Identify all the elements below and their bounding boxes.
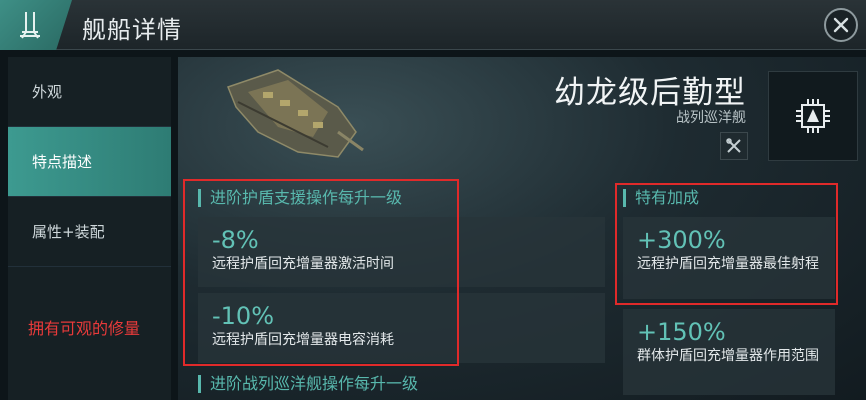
sidebar-item-label: 外观 bbox=[32, 83, 63, 101]
header-bar: 舰船详情 bbox=[0, 0, 866, 50]
bonus-description: 远程护盾回充增量器最佳射程 bbox=[637, 256, 819, 272]
close-button[interactable] bbox=[824, 8, 858, 42]
bonus-value: -10% bbox=[212, 302, 275, 330]
skill-bonus-heading: 进阶护盾支援操作每升一级 bbox=[198, 189, 402, 207]
sidebar-item-label: 特点描述 bbox=[32, 153, 93, 171]
page-title: 舰船详情 bbox=[82, 16, 182, 44]
bonus-card: -10% 远程护盾回充增量器电容消耗 bbox=[198, 293, 605, 363]
ship-image bbox=[227, 69, 364, 158]
bonus-value: +300% bbox=[637, 226, 726, 254]
wrench-icon bbox=[726, 138, 741, 153]
role-bonus-heading: 特有加成 bbox=[623, 189, 699, 207]
bonus-description: 远程护盾回充增量器电容消耗 bbox=[212, 332, 394, 348]
bonus-description: 远程护盾回充增量器激活时间 bbox=[212, 256, 394, 272]
sidebar-item-appearance[interactable]: 外观 bbox=[8, 57, 171, 127]
ship-name: 幼龙级后勤型 bbox=[554, 75, 746, 111]
skill-bonus-heading: 进阶战列巡洋舰操作每升一级 bbox=[198, 375, 418, 393]
ship-category-icon bbox=[0, 0, 72, 50]
ship-emblem[interactable] bbox=[768, 71, 858, 161]
bonus-card: +300% 远程护盾回充增量器最佳射程 bbox=[623, 217, 835, 299]
bonus-card: -8% 远程护盾回充增量器激活时间 bbox=[198, 217, 605, 287]
bonus-card: +150% 群体护盾回充增量器作用范围 bbox=[623, 309, 835, 395]
bonus-value: -8% bbox=[212, 226, 259, 254]
ship-detail-panel: 幼龙级后勤型 战列巡洋舰 进阶护盾支援操作每升一级 -8% 远程护盾回充增量器激… bbox=[178, 57, 866, 400]
annotation-text: 拥有可观的修量 bbox=[28, 319, 141, 338]
bonus-description: 群体护盾回充增量器作用范围 bbox=[637, 348, 819, 364]
close-icon bbox=[833, 17, 849, 33]
chip-icon bbox=[796, 99, 830, 133]
ship-class: 战列巡洋舰 bbox=[676, 110, 746, 126]
sidebar: 外观 特点描述 属性+装配 拥有可观的修量 bbox=[8, 57, 171, 400]
sidebar-item-features[interactable]: 特点描述 bbox=[8, 127, 171, 197]
bonus-value: +150% bbox=[637, 318, 726, 346]
sidebar-item-attributes[interactable]: 属性+装配 bbox=[8, 197, 171, 267]
sidebar-item-label: 属性+装配 bbox=[32, 223, 105, 241]
fitting-tool-button[interactable] bbox=[720, 132, 748, 160]
